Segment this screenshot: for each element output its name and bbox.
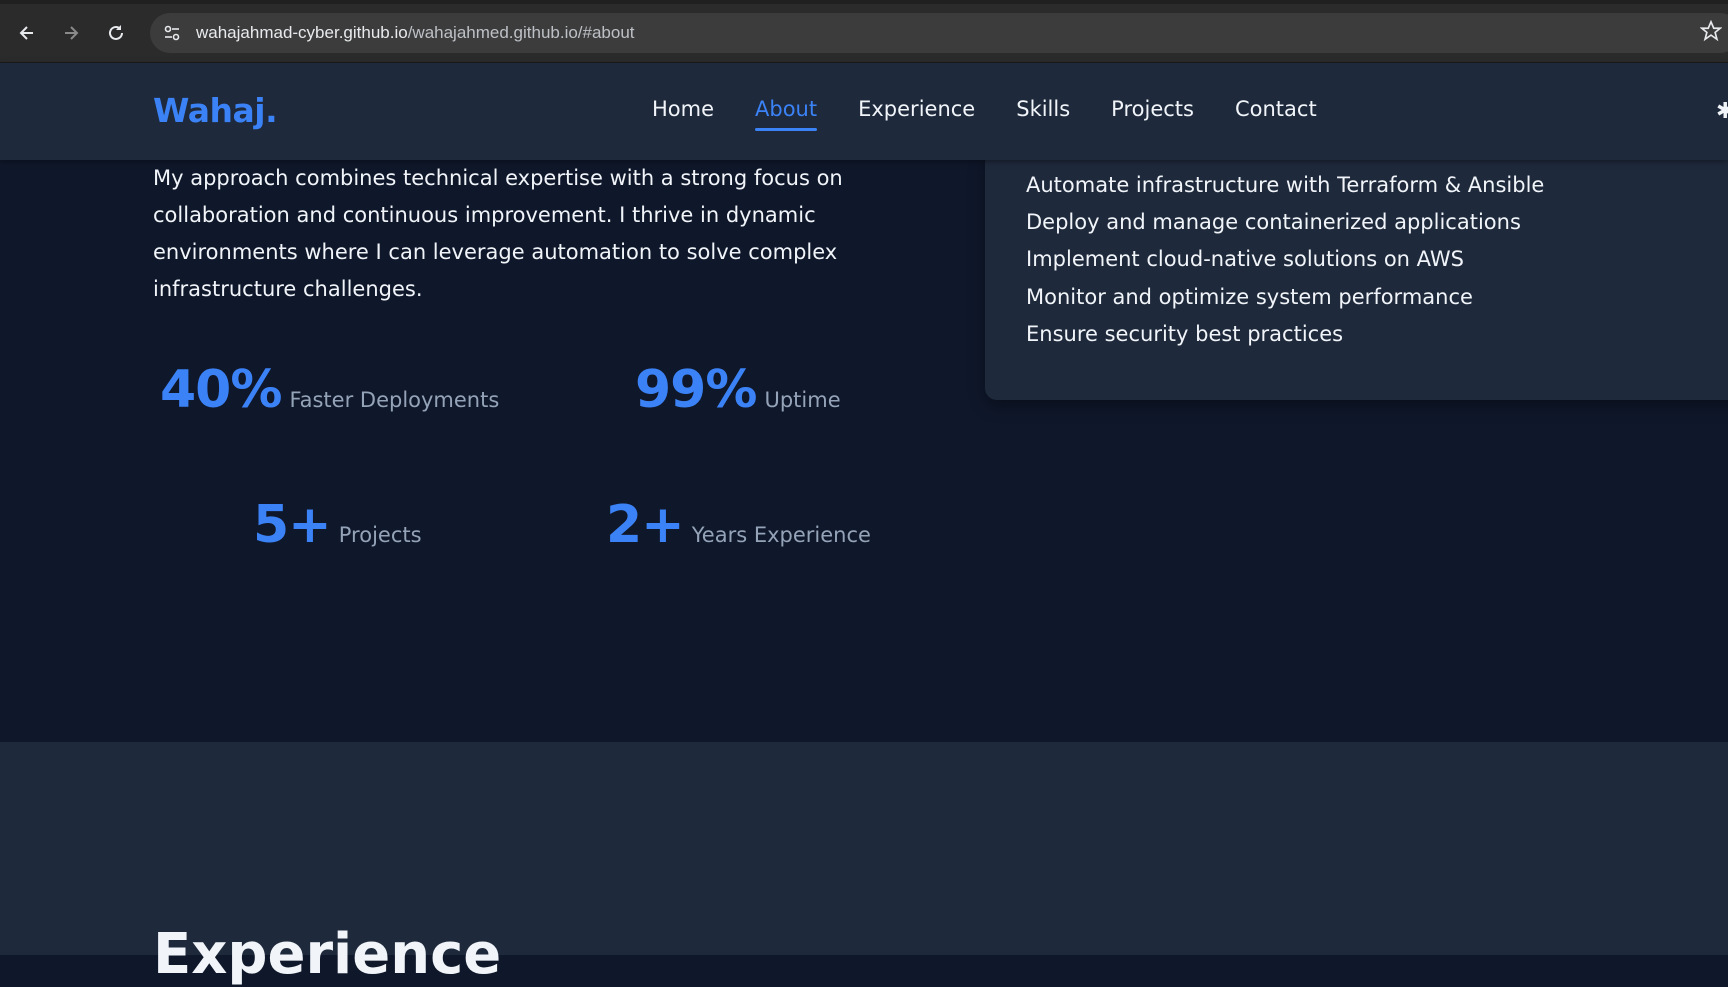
nav-projects[interactable]: Projects — [1111, 97, 1194, 127]
about-section: My approach combines technical expertise… — [0, 150, 1728, 742]
stat-value: 40% — [160, 360, 282, 420]
list-item: Automate infrastructure with Terraform &… — [1026, 173, 1545, 197]
stat-projects: 5+ Projects — [253, 495, 422, 555]
tab-strip-edge — [0, 0, 1728, 4]
reload-icon — [109, 25, 123, 40]
theme-toggle-icon[interactable]: ✱ — [1716, 99, 1728, 124]
arrow-left-icon — [19, 26, 33, 40]
nav-contact[interactable]: Contact — [1235, 97, 1317, 127]
nav-experience[interactable]: Experience — [858, 97, 975, 127]
back-button[interactable] — [10, 16, 44, 50]
stat-years: 2+ Years Experience — [606, 495, 871, 555]
stat-uptime: 99% Uptime — [635, 360, 841, 420]
url-path: /wahajahmed.github.io/#about — [407, 23, 635, 42]
url-host: wahajahmad-cyber.github.io — [196, 23, 408, 42]
arrow-right-icon — [65, 26, 79, 40]
stat-label: Faster Deployments — [289, 388, 500, 412]
site-header: Wahaj. Home About Experience Skills Proj… — [0, 63, 1728, 160]
list-item: Deploy and manage containerized applicat… — [1026, 210, 1521, 235]
list-item: Implement cloud-native solutions on AWS — [1026, 247, 1464, 272]
responsibilities-list: Automate infrastructure with Terraform &… — [1026, 150, 1544, 353]
url-text[interactable]: wahajahmad-cyber.github.io/wahajahmed.gi… — [196, 23, 635, 43]
browser-toolbar: wahajahmad-cyber.github.io/wahajahmed.gi… — [0, 0, 1728, 63]
responsibilities-card: Automate infrastructure with Terraform &… — [985, 150, 1728, 400]
site-settings-icon[interactable] — [152, 13, 192, 53]
stat-label: Uptime — [764, 388, 841, 412]
stat-deployments: 40% Faster Deployments — [160, 360, 499, 420]
forward-button[interactable] — [54, 16, 88, 50]
nav-about[interactable]: About — [755, 97, 818, 131]
list-item: Ensure security best practices — [1026, 321, 1344, 346]
bookmark-star-icon[interactable] — [1699, 19, 1723, 46]
stat-label: Projects — [338, 523, 422, 547]
stat-value: 5+ — [253, 495, 332, 555]
address-bar[interactable]: wahajahmad-cyber.github.io/wahajahmed.gi… — [150, 13, 1728, 53]
reload-button[interactable] — [99, 16, 133, 50]
nav-home[interactable]: Home — [652, 97, 714, 127]
main-nav: Home About Experience Skills Projects Co… — [652, 97, 1317, 131]
stat-label: Years Experience — [691, 523, 871, 547]
site-logo[interactable]: Wahaj. — [153, 91, 278, 130]
nav-skills[interactable]: Skills — [1016, 97, 1070, 127]
experience-section: Experience — [0, 742, 1728, 987]
about-paragraph: My approach combines technical expertise… — [153, 166, 843, 301]
stat-value: 2+ — [606, 495, 685, 555]
stat-value: 99% — [635, 360, 757, 420]
list-item: Monitor and optimize system performance — [1026, 284, 1473, 309]
